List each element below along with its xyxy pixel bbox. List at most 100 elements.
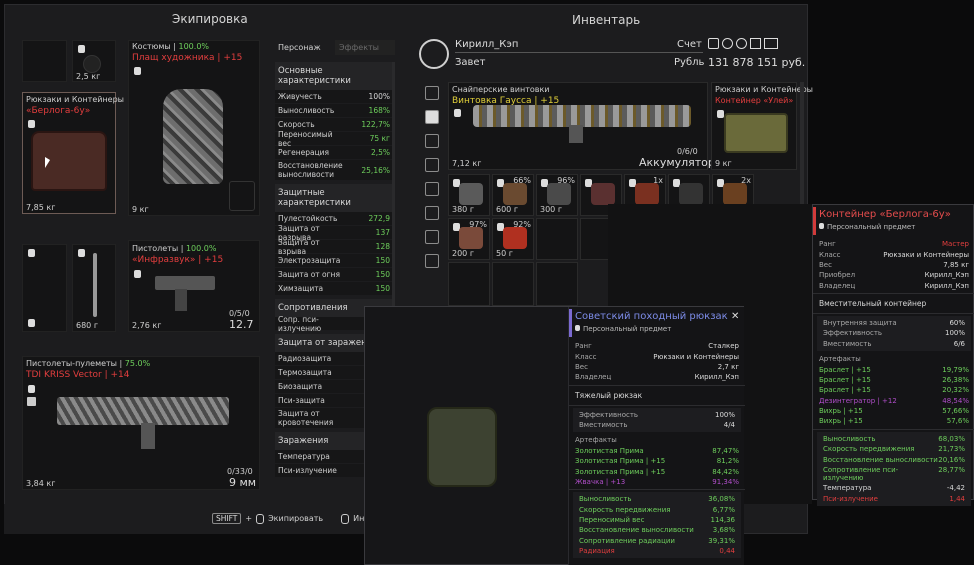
tooltip-value: Кирилл_Кэп [924, 281, 969, 290]
smg-condition: 75.0% [124, 359, 151, 368]
inventory-title: Инвентарь [572, 13, 641, 27]
pistol-slot[interactable]: Пистолеты | 100.0% «Инфразвук» | +15 0/5… [128, 240, 260, 332]
stat-value: 122,7% [361, 120, 390, 129]
equip-slot-empty[interactable] [22, 40, 67, 82]
crystal-icon[interactable] [750, 38, 761, 49]
tooltip-key: Внутренняя защита [823, 319, 897, 328]
tooltip-value: 39,31% [708, 536, 735, 545]
tooltip-row: Эффективность 100% [573, 410, 741, 420]
divider [569, 384, 745, 386]
device-slot[interactable] [22, 244, 67, 332]
inventory-cell-empty[interactable] [536, 218, 578, 260]
shift-key: SHIFT [212, 513, 242, 524]
grid-view-icon[interactable] [425, 110, 439, 124]
stat-value: 2,5% [370, 148, 390, 157]
inventory-cell-empty[interactable] [448, 262, 490, 306]
token-icon[interactable] [736, 38, 747, 49]
tooltip-row: Переносимый вес 114,36 [573, 515, 741, 525]
tooltip-key: Вес [575, 362, 588, 371]
personal-item-label: Персональный предмет [583, 325, 672, 333]
stat-name: Пулестойкость [278, 214, 338, 223]
tooltip-row: Ранг Мастер [813, 239, 974, 249]
smg-slot[interactable]: Пистолеты-пулеметы | 75.0% TDI KRISS Vec… [22, 356, 260, 490]
pistol-weight: 2,76 кг [132, 321, 162, 330]
knife-filter-icon[interactable] [425, 182, 439, 196]
list-view-icon[interactable] [425, 86, 439, 100]
artifacts-title: Артефакты [569, 435, 745, 445]
item-icon [723, 183, 747, 205]
lock-icon [575, 325, 580, 331]
tools-filter-icon[interactable] [425, 230, 439, 244]
close-icon[interactable]: ✕ [731, 311, 739, 322]
armor-container-slot[interactable] [229, 181, 255, 211]
lock-icon [134, 270, 141, 278]
tooltip-row: Браслет | +15 20,32% [813, 385, 974, 395]
tier-badge-icon [27, 397, 36, 406]
armor-filter-icon[interactable] [425, 134, 439, 148]
stat-value: 150 [375, 270, 390, 279]
tooltip-value: 26,38% [942, 375, 969, 384]
coin-icon[interactable] [722, 38, 733, 49]
stat-name: Термозащита [278, 368, 332, 377]
helmet-weight: 2,5 кг [76, 72, 101, 81]
artifact-filter-icon[interactable] [425, 206, 439, 220]
tooltip-row: Владелец Кирилл_Кэп [569, 372, 745, 382]
inventory-grid-row [448, 262, 608, 306]
inventory-cell[interactable]: 92% 50 г [492, 218, 534, 260]
item-icon [635, 183, 659, 205]
hive-container-item[interactable]: Рюкзаки и Контейнеры Контейнер «Улей» 9 … [711, 82, 813, 170]
inventory-cell[interactable]: 96% 300 г [536, 174, 578, 216]
tooltip-value: 6,77% [712, 505, 735, 514]
inventory-cell[interactable]: 380 г [448, 174, 490, 216]
stat-value: 150 [375, 256, 390, 265]
item-icon [591, 183, 615, 205]
tooltip-row: Браслет | +15 19,79% [813, 364, 974, 374]
item-weight: 380 г [452, 205, 475, 214]
ruble-icon[interactable] [708, 38, 719, 49]
inventory-cell-empty[interactable] [536, 262, 578, 306]
gauss-rifle-item[interactable]: Снайперские винтовки Винтовка Гаусса | +… [448, 82, 715, 170]
tooltip-key: Класс [575, 352, 597, 361]
tab-person[interactable]: Персонаж [275, 40, 335, 55]
knife-slot[interactable]: 680 г [72, 244, 116, 332]
item-weight: 50 г [496, 249, 513, 258]
equip-hint: SHIFT + Экипировать Инф [212, 513, 371, 524]
currency-label: Рубль [674, 57, 705, 68]
inventory-cell[interactable]: 66% 600 г [492, 174, 534, 216]
ticket-icon[interactable] [764, 38, 778, 49]
tooltip-artifacts: Браслет | +15 19,79% Браслет | +15 26,38% Бр… [813, 364, 974, 426]
stat-name: Электрозащита [278, 256, 341, 265]
player-name: Кирилл_Кэп [455, 39, 519, 50]
misc-filter-icon[interactable] [425, 254, 439, 268]
rifle-weight: 7,12 кг [452, 159, 482, 168]
smg-ammo: 0/33/0 [227, 467, 253, 476]
divider [813, 428, 974, 430]
tooltip-props: Ранг Мастер Класс Рюкзаки и Контейнеры Вес 7,… [813, 239, 974, 291]
rifle-filter-icon[interactable] [425, 158, 439, 172]
stat-name: Защита от огня [278, 270, 340, 279]
inventory-cell[interactable]: 97% 200 г [448, 218, 490, 260]
tooltip-value: 100% [944, 329, 965, 338]
backpack-slot[interactable]: Рюкзаки и Контейнеры «Берлога-6у» 7,85 к… [22, 92, 124, 214]
tooltip-key: Класс [819, 250, 841, 259]
tooltip-row: Класс Рюкзаки и Контейнеры [569, 351, 745, 361]
tooltip-key: Вес [819, 260, 832, 269]
smg-name: TDI KRISS Vector [26, 370, 102, 380]
tooltip-row: Сопротивление радиации 39,31% [573, 536, 741, 546]
knife-icon [93, 253, 97, 317]
stat-name: Защита от кровотечения [278, 409, 334, 427]
lock-icon [78, 45, 85, 53]
lock-icon [28, 249, 35, 257]
helmet-slot[interactable]: 2,5 кг [72, 40, 116, 82]
tooltip-value: 3,68% [712, 526, 735, 535]
inventory-cell-empty[interactable] [492, 262, 534, 306]
tooltip-row: Вес 2,7 кг [569, 362, 745, 372]
rifle-category: Снайперские винтовки [452, 85, 550, 94]
pistol-condition: 100.0% [185, 244, 217, 253]
tooltip-key: Золотистая Прима [575, 446, 644, 455]
tooltip-value: Сталкер [708, 342, 739, 351]
armor-slot[interactable]: Костюмы | 100.0% Плащ художника | +15 9 … [128, 40, 260, 216]
cursor-icon [45, 157, 50, 168]
tab-effects[interactable]: Эффекты [335, 40, 395, 55]
item-percent: 2x [741, 176, 751, 185]
